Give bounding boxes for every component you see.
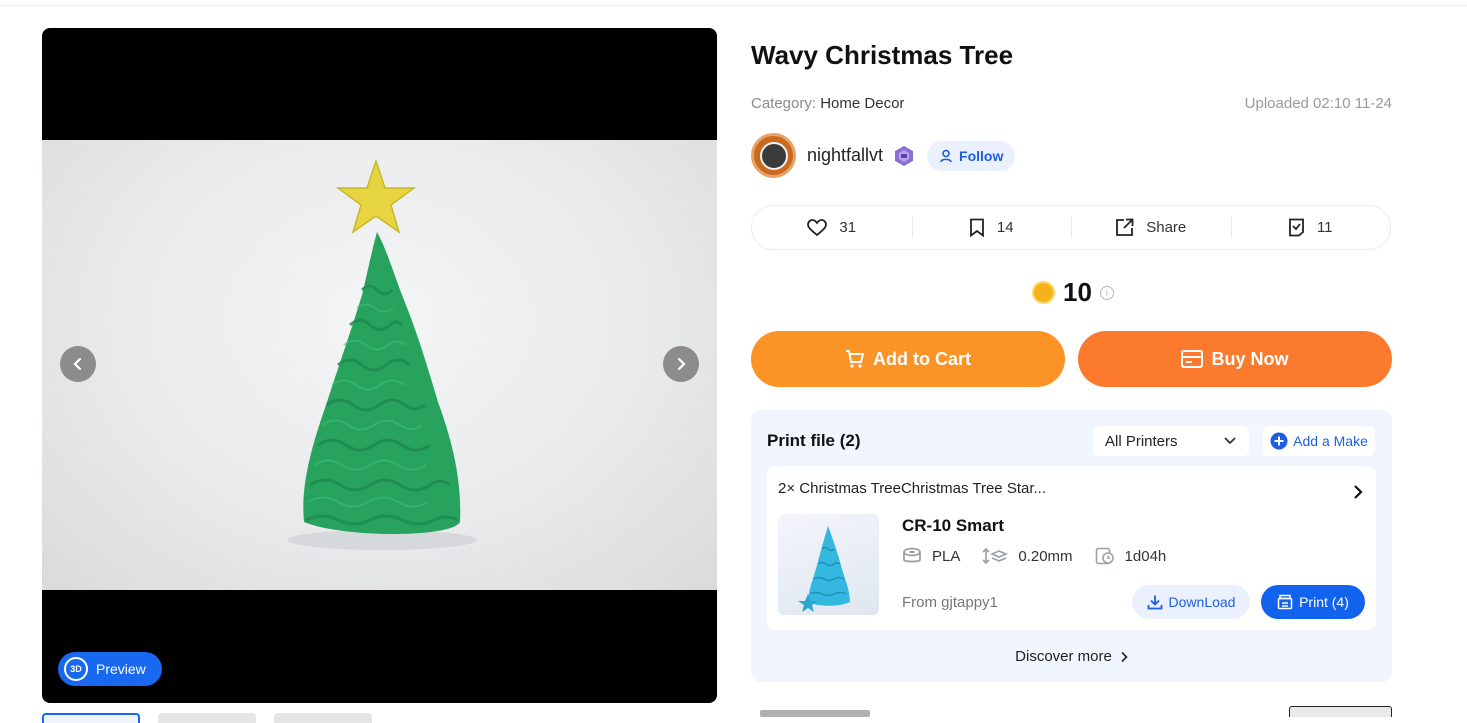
print-time-spec: 1d04h (1095, 547, 1167, 565)
stats-bar: 31 14 Share 11 (751, 205, 1391, 250)
upload-date: Uploaded 02:10 11-24 (1244, 95, 1392, 112)
follow-label: Follow (959, 147, 1004, 164)
download-icon (1147, 595, 1162, 610)
add-make-button[interactable]: Add a Make (1263, 426, 1375, 456)
like-button[interactable]: 31 (752, 218, 912, 237)
follow-button[interactable]: Follow (927, 140, 1016, 171)
file-thumbnail (778, 514, 879, 615)
buy-now-button[interactable]: Buy Now (1078, 331, 1392, 387)
share-label: Share (1146, 219, 1187, 236)
print-label: Print (4) (1299, 594, 1349, 610)
thumbnail-strip (42, 713, 372, 723)
printer-model: CR-10 Smart (902, 516, 1005, 535)
preview-label: Preview (96, 661, 146, 677)
printer-icon (1277, 594, 1293, 610)
discover-more-link[interactable]: Discover more (751, 648, 1392, 665)
add-to-cart-button[interactable]: Add to Cart (751, 331, 1065, 387)
previous-image-button[interactable] (60, 346, 96, 382)
user-add-icon (940, 149, 952, 162)
print-button[interactable]: Print (4) (1261, 585, 1365, 619)
product-title: Wavy Christmas Tree (751, 40, 1014, 70)
chevron-down-icon (1224, 437, 1236, 445)
top-divider (0, 5, 1467, 6)
category-info: Category: Home Decor (751, 95, 904, 112)
cart-icon (846, 350, 864, 368)
chevron-left-icon (73, 357, 82, 371)
collect-button[interactable]: 14 (911, 216, 1072, 238)
product-photo (42, 140, 717, 590)
file-name: 2× Christmas TreeChristmas Tree Star... (778, 480, 1047, 497)
buy-now-label: Buy Now (1211, 348, 1289, 369)
layer-height-spec: 0.20mm (982, 547, 1073, 565)
print-file-card[interactable]: 2× Christmas TreeChristmas Tree Star... … (767, 466, 1376, 630)
discover-more-label: Discover more (1015, 648, 1112, 665)
filament-spool-icon (903, 547, 921, 563)
author-row: nightfallvt Follow (751, 133, 1016, 178)
thumbnail-item[interactable] (42, 713, 140, 723)
category-link[interactable]: Home Decor (820, 95, 904, 112)
3d-preview-button[interactable]: 3D Preview (58, 652, 162, 686)
share-icon (1116, 218, 1134, 236)
print-time-value: 1d04h (1124, 547, 1167, 565)
avatar[interactable] (751, 133, 796, 178)
printer-filter-value: All Printers (1105, 432, 1178, 450)
price-row: 10 i (1032, 277, 1114, 308)
print-file-title: Print file (2) (767, 431, 861, 450)
image-gallery: 3D Preview (42, 28, 717, 703)
like-count: 31 (839, 219, 857, 236)
avatar-image (759, 141, 788, 170)
makes-button[interactable]: 11 (1230, 216, 1391, 238)
add-make-label: Add a Make (1293, 433, 1368, 449)
bookmark-icon (970, 218, 984, 237)
makes-icon (1289, 218, 1304, 237)
layer-height-value: 0.20mm (1018, 547, 1073, 565)
heart-icon (807, 218, 828, 236)
author-name[interactable]: nightfallvt (807, 145, 883, 166)
clock-icon (1095, 547, 1114, 565)
price-value: 10 (1063, 277, 1092, 307)
coin-icon (1032, 281, 1055, 304)
material-spec: PLA (902, 547, 960, 565)
chevron-right-icon[interactable] (1352, 484, 1364, 500)
share-button[interactable]: Share (1071, 216, 1231, 238)
3d-icon: 3D (64, 657, 88, 681)
thumbnail-item[interactable] (158, 713, 256, 723)
print-specs: PLA 0.20mm 1d04h (902, 547, 1188, 565)
layer-height-icon (982, 547, 1009, 565)
print-file-panel: Print file (2) All Printers Add a Make 2… (751, 410, 1392, 682)
printer-filter-select[interactable]: All Printers (1093, 426, 1249, 456)
download-button[interactable]: DownLoad (1132, 585, 1250, 619)
file-source: From gjtappy1 (902, 594, 998, 611)
next-section-heading (760, 710, 870, 717)
add-to-cart-label: Add to Cart (873, 348, 971, 369)
material-value: PLA (932, 547, 961, 565)
chevron-right-icon (677, 357, 686, 371)
info-icon[interactable]: i (1099, 285, 1114, 300)
download-label: DownLoad (1168, 594, 1236, 610)
license-badge[interactable] (1289, 706, 1392, 717)
plus-circle-icon (1270, 432, 1288, 450)
thumbnail-item[interactable] (274, 713, 372, 723)
creator-badge-icon (895, 145, 914, 166)
next-image-button[interactable] (663, 346, 699, 382)
makes-count: 11 (1316, 219, 1333, 236)
card-icon (1181, 350, 1204, 368)
collect-count: 14 (996, 219, 1014, 236)
chevron-right-icon (1121, 651, 1128, 662)
category-label: Category: (751, 95, 817, 112)
